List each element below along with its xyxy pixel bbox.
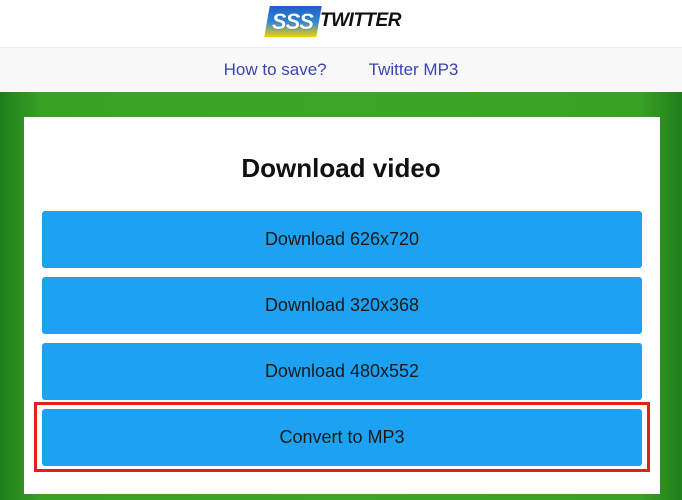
site-logo[interactable]: SSS TWITTER [264,5,401,37]
logo-badge-text: SSS [272,8,314,33]
site-header: SSS TWITTER [0,0,682,48]
download-title: Download video [241,153,441,183]
convert-to-mp3-button[interactable]: Convert to MP3 [42,409,642,466]
download-320x368-button[interactable]: Download 320x368 [42,277,642,334]
download-626x720-button[interactable]: Download 626x720 [42,211,642,268]
nav-how-to-save-link[interactable]: How to save? [224,60,327,80]
download-480x552-button[interactable]: Download 480x552 [42,343,642,400]
logo-text: TWITTER [320,10,401,31]
logo-badge: SSS [264,5,322,37]
nav-twitter-mp3-link[interactable]: Twitter MP3 [369,60,459,80]
top-nav: How to save? Twitter MP3 [0,48,682,92]
